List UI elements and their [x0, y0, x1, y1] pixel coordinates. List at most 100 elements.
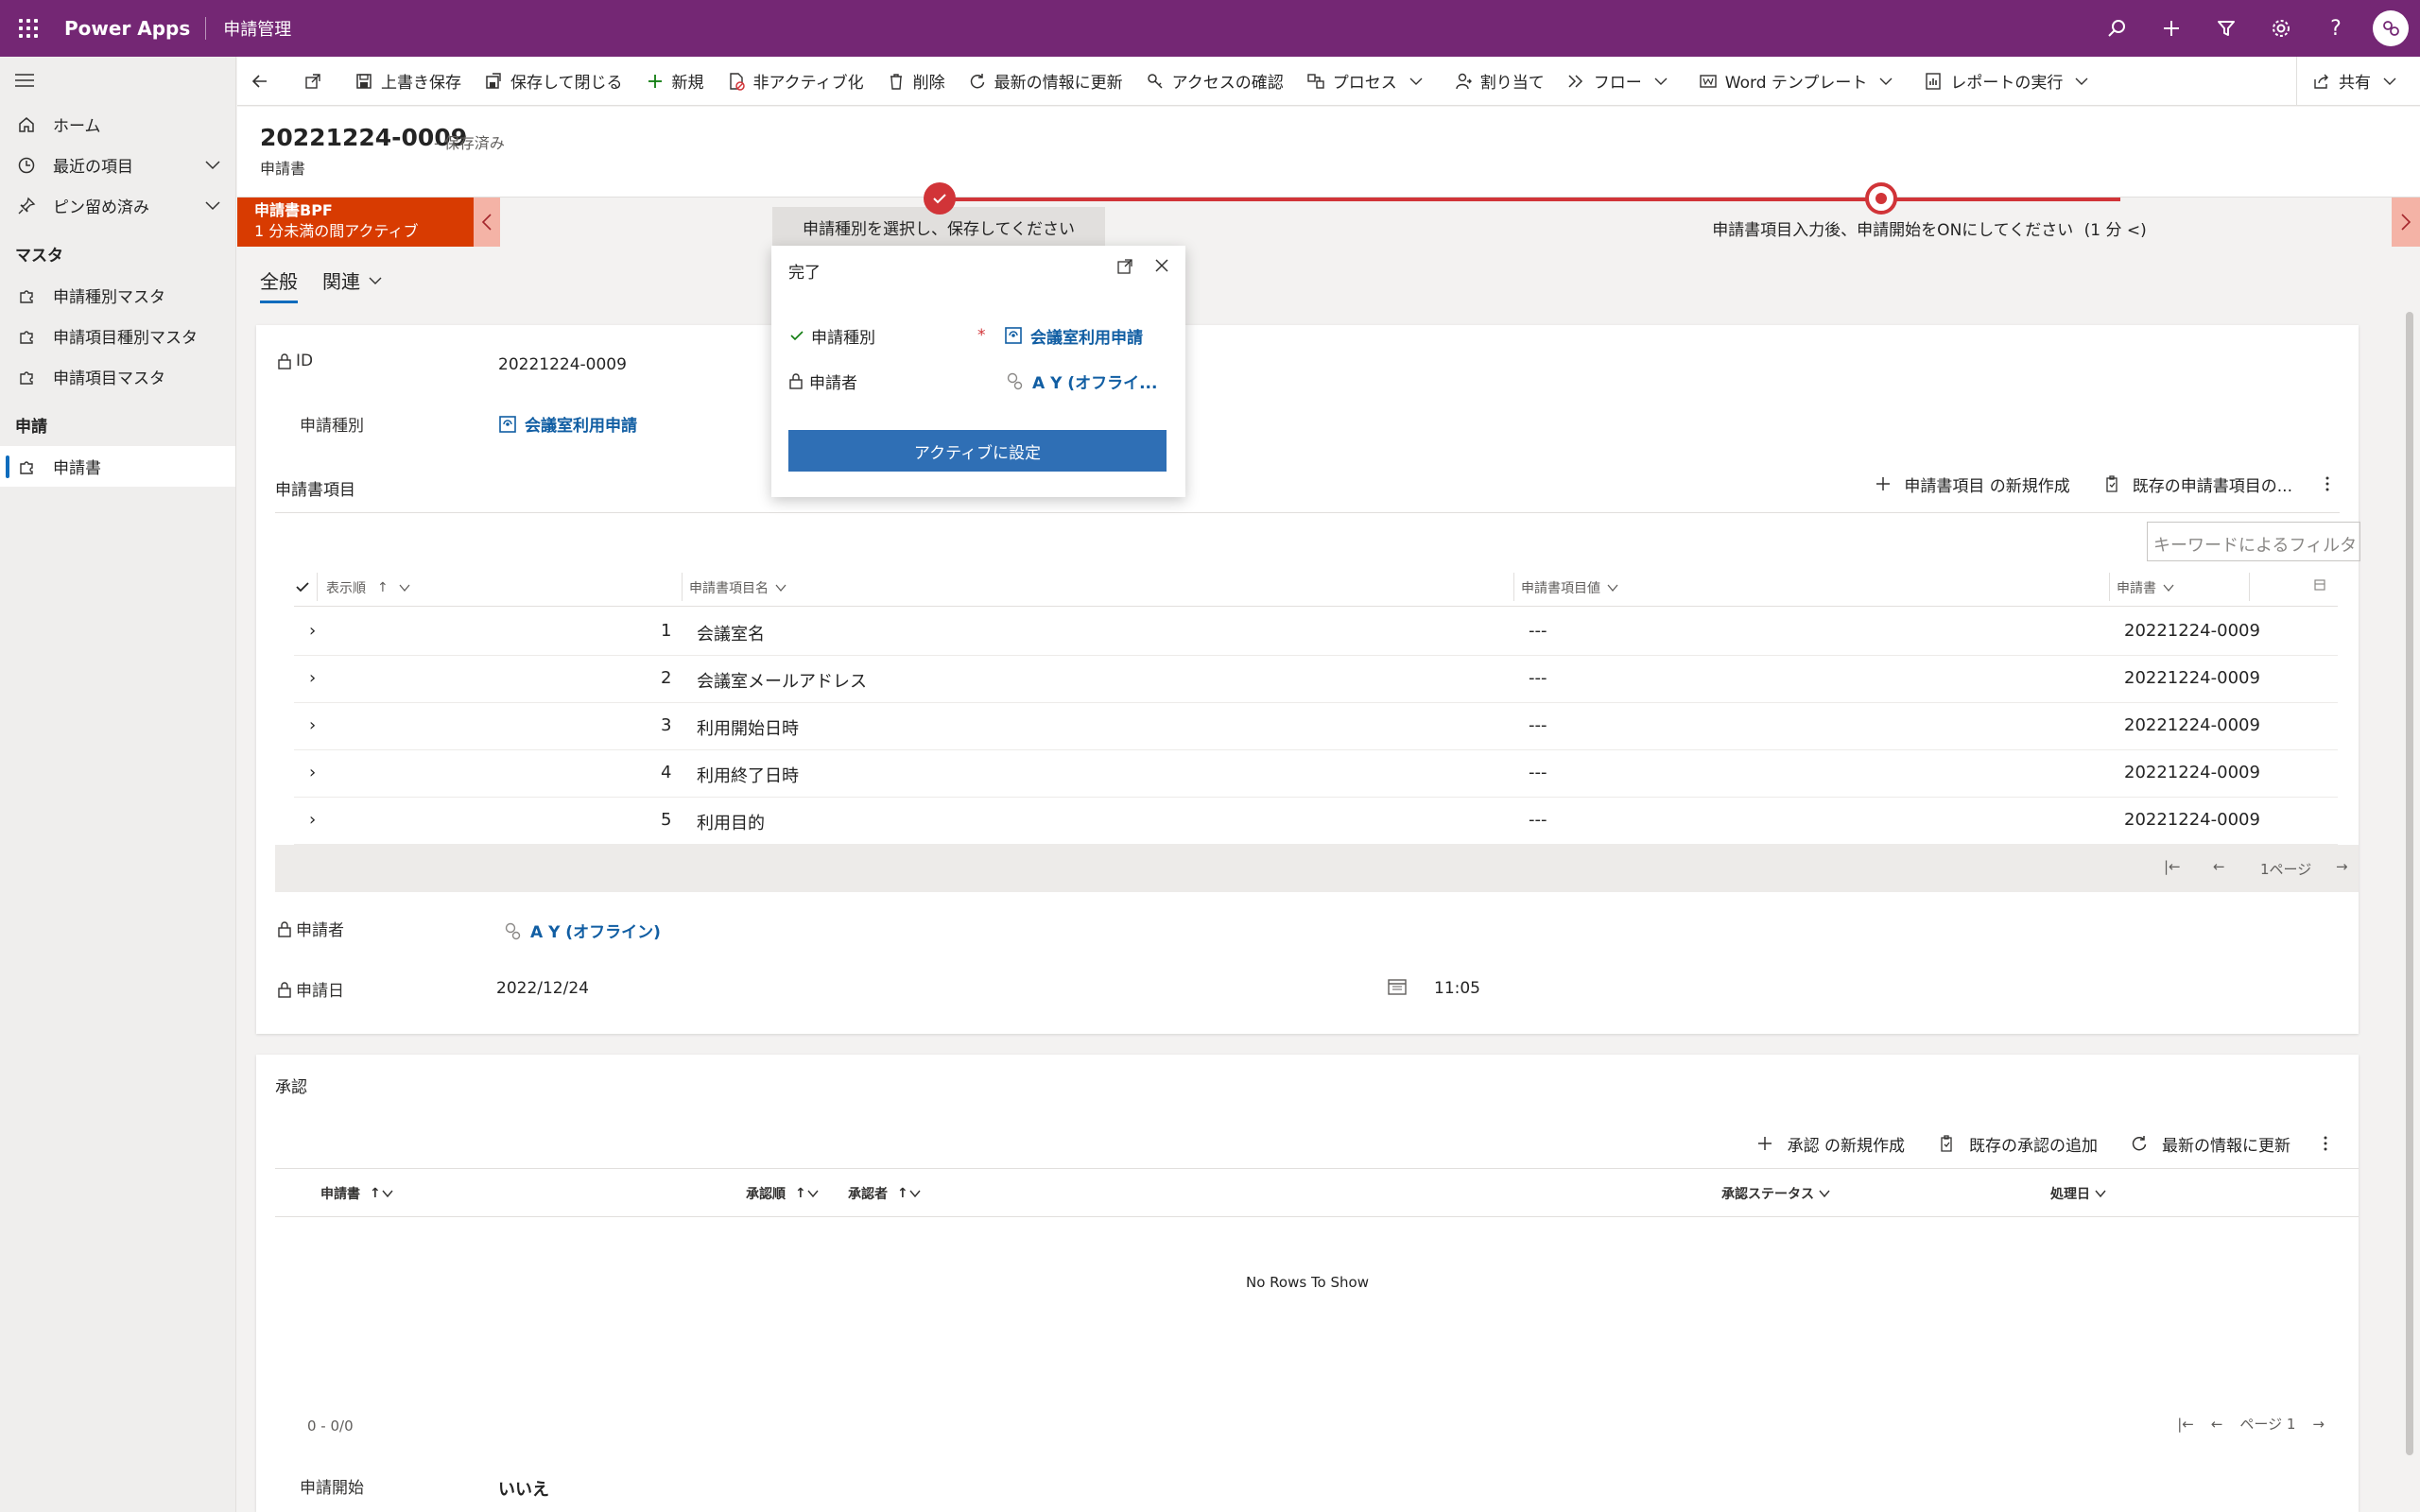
- save-button[interactable]: 上書き保存: [343, 57, 473, 106]
- assign-button[interactable]: 割り当て: [1443, 57, 1556, 106]
- column-header-processed-date[interactable]: 処理日: [2050, 1184, 2107, 1203]
- more-options-icon[interactable]: [2323, 1134, 2342, 1153]
- sidebar-item-item-type-master[interactable]: 申請項目種別マスタ: [0, 316, 235, 356]
- column-header-approver[interactable]: 承認者 ↑: [848, 1184, 922, 1203]
- table-row[interactable]: › 4 利用終了日時 --- 20221224-0009: [294, 750, 2338, 798]
- sidebar-item-request-doc[interactable]: 申請書: [0, 446, 235, 487]
- prev-page-icon[interactable]: ←: [2213, 858, 2225, 875]
- column-header-doc[interactable]: 申請書: [2117, 578, 2175, 597]
- prev-page-icon[interactable]: ←: [2211, 1416, 2223, 1433]
- new-button[interactable]: 新規: [634, 57, 716, 106]
- open-new-window-button[interactable]: [290, 57, 343, 106]
- lookup-value[interactable]: A Y (オフライ...: [1004, 369, 1157, 393]
- add-existing-item-button[interactable]: 既存の申請書項目の...: [2102, 472, 2292, 496]
- environment-name[interactable]: 申請管理: [206, 16, 291, 41]
- sidebar-item-home[interactable]: ホーム: [0, 104, 235, 145]
- column-header-approval-status[interactable]: 承認ステータス: [1721, 1184, 1831, 1203]
- column-header-item-value[interactable]: 申請書項目値: [1521, 578, 1619, 597]
- select-all-checkbox[interactable]: [294, 578, 311, 595]
- run-report-button[interactable]: レポートの実行: [1912, 57, 2108, 106]
- new-item-button[interactable]: 申請書項目 の新規作成: [1874, 472, 2070, 496]
- set-active-button[interactable]: アクティブに設定: [788, 430, 1167, 472]
- column-header-doc[interactable]: 申請書 ↑: [320, 1184, 394, 1203]
- close-icon[interactable]: [1153, 257, 1170, 281]
- request-start-value[interactable]: いいえ: [498, 1476, 549, 1501]
- delete-button[interactable]: 削除: [875, 57, 957, 106]
- sidebar-item-item-master[interactable]: 申請項目マスタ: [0, 356, 235, 397]
- expand-chevron-icon[interactable]: ›: [309, 715, 316, 735]
- current-stage-icon[interactable]: [1865, 182, 1897, 215]
- tab-general[interactable]: 全般: [260, 266, 298, 303]
- flow-button[interactable]: フロー: [1556, 57, 1687, 106]
- bpf-stage-2[interactable]: 申請書項目入力後、申請開始をONにしてください (1 分 <): [1655, 216, 2204, 240]
- word-template-button[interactable]: Word テンプレート: [1687, 57, 1913, 106]
- empty-grid-message: No Rows To Show: [1246, 1274, 1369, 1291]
- expand-chevron-icon[interactable]: ›: [309, 810, 316, 830]
- table-row[interactable]: › 2 会議室メールアドレス --- 20221224-0009: [294, 656, 2338, 703]
- chevron-down-icon: [1819, 1190, 1830, 1198]
- lookup-value[interactable]: 会議室利用申請: [1004, 324, 1143, 348]
- app-launcher-icon[interactable]: [0, 0, 57, 57]
- applicant-lookup[interactable]: A Y (オフライン): [502, 919, 661, 942]
- keyword-filter-input[interactable]: キーワードによるフィルタ: [2147, 522, 2360, 561]
- bpf-next-button[interactable]: [2392, 198, 2420, 247]
- lock-icon: [789, 373, 803, 389]
- gear-icon[interactable]: [2254, 0, 2308, 57]
- check-access-button[interactable]: アクセスの確認: [1134, 57, 1295, 106]
- save-and-close-button[interactable]: 保存して閉じる: [473, 57, 634, 106]
- sidebar-item-pinned[interactable]: ピン留め済み: [0, 185, 235, 226]
- popout-icon: [305, 73, 320, 89]
- hamburger-menu-icon[interactable]: [0, 57, 235, 104]
- deactivate-button[interactable]: 非アクティブ化: [716, 57, 875, 106]
- expand-chevron-icon[interactable]: ›: [309, 763, 316, 782]
- sidebar-item-request-type-master[interactable]: 申請種別マスタ: [0, 275, 235, 316]
- more-options-icon[interactable]: [2325, 474, 2342, 493]
- column-header-order[interactable]: 表示順 ↑: [326, 578, 411, 597]
- first-page-icon[interactable]: |←: [2164, 858, 2181, 875]
- plus-icon[interactable]: [2144, 0, 2199, 57]
- column-header-item-name[interactable]: 申請書項目名: [689, 578, 787, 597]
- chevron-down-icon: [1409, 77, 1423, 85]
- process-icon: [1307, 73, 1324, 89]
- app-name[interactable]: Power Apps: [57, 17, 205, 40]
- popout-icon[interactable]: [1115, 257, 1134, 281]
- approval-pager: |← ← ページ 1 →: [2177, 1414, 2325, 1434]
- tab-related[interactable]: 関連: [322, 266, 383, 294]
- expand-chevron-icon[interactable]: ›: [309, 621, 316, 641]
- search-icon[interactable]: [2089, 0, 2144, 57]
- next-page-icon[interactable]: →: [2336, 858, 2348, 875]
- add-existing-approval-button[interactable]: 既存の承認の追加: [1937, 1132, 2098, 1156]
- column-header-approval-order[interactable]: 承認順 ↑: [746, 1184, 820, 1203]
- page-scrollbar[interactable]: [2406, 312, 2413, 1455]
- save-icon: [356, 73, 372, 89]
- calendar-icon[interactable]: [1387, 977, 1408, 1001]
- new-approval-button[interactable]: 承認 の新規作成: [1755, 1132, 1905, 1156]
- bpf-progress-line: [939, 198, 2120, 201]
- avatar[interactable]: [2373, 10, 2409, 46]
- next-page-icon[interactable]: →: [2312, 1416, 2325, 1433]
- bpf-flag[interactable]: 申請書BPF 1 分未満の間アクティブ: [237, 198, 474, 247]
- table-row[interactable]: › 3 利用開始日時 --- 20221224-0009: [294, 703, 2338, 750]
- column-settings-icon[interactable]: [2313, 578, 2326, 592]
- back-arrow-icon: [251, 74, 267, 88]
- request-type-lookup[interactable]: 会議室利用申請: [498, 412, 637, 436]
- back-button[interactable]: [237, 57, 290, 106]
- table-row[interactable]: › 5 利用目的 --- 20221224-0009: [294, 798, 2338, 845]
- filter-icon[interactable]: [2199, 0, 2254, 57]
- process-button[interactable]: プロセス: [1295, 57, 1443, 106]
- chevron-down-icon[interactable]: [203, 197, 222, 220]
- sidebar-item-recent[interactable]: 最近の項目: [0, 145, 235, 185]
- chevron-down-icon[interactable]: [203, 156, 222, 180]
- sort-asc-icon: ↑: [370, 1186, 381, 1201]
- bpf-prev-button[interactable]: [474, 198, 500, 247]
- help-icon[interactable]: ?: [2308, 0, 2363, 57]
- refresh-approval-button[interactable]: 最新の情報に更新: [2130, 1132, 2290, 1156]
- page-number: 1ページ: [2260, 861, 2312, 878]
- share-button[interactable]: 共有: [2296, 56, 2420, 106]
- chevron-down-icon: [2163, 584, 2174, 593]
- table-row[interactable]: › 1 会議室名 --- 20221224-0009: [294, 609, 2338, 656]
- check-icon[interactable]: [924, 182, 956, 215]
- first-page-icon[interactable]: |←: [2177, 1416, 2194, 1433]
- expand-chevron-icon[interactable]: ›: [309, 668, 316, 688]
- refresh-button[interactable]: 最新の情報に更新: [957, 57, 1134, 106]
